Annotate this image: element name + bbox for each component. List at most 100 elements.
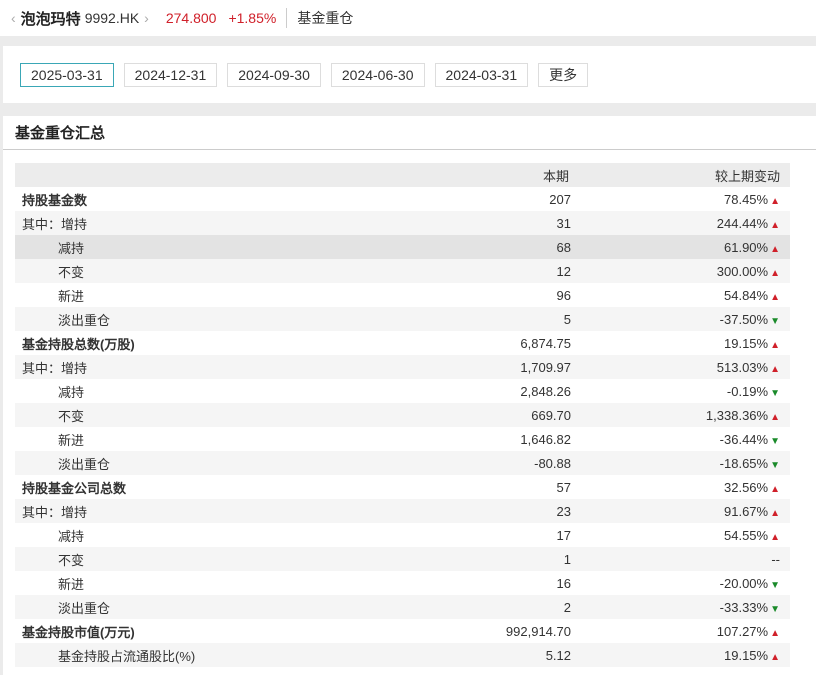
current-value: 1,646.82: [520, 431, 571, 447]
row-label: 不变: [15, 259, 435, 283]
table-row[interactable]: 不变 1 --: [15, 547, 790, 571]
date-button[interactable]: 2025-03-31: [20, 62, 114, 87]
table-row[interactable]: 减持 17 54.55% ▲: [15, 523, 790, 547]
up-arrow-icon: ▲: [770, 243, 780, 255]
date-button[interactable]: 2024-06-30: [330, 62, 425, 87]
column-header: 较上期变动: [575, 163, 790, 187]
table-row[interactable]: 淡出重仓 2 -33.33% ▼: [15, 595, 790, 619]
change-value: -36.44%: [719, 431, 769, 447]
change-value: 19.15%: [724, 647, 769, 663]
row-label: 新进: [58, 576, 85, 592]
down-arrow-icon: ▼: [770, 387, 780, 399]
table-row[interactable]: 新进 1,646.82 -36.44% ▼: [15, 427, 790, 451]
current-value: 5.12: [435, 643, 575, 667]
change-cell: 19.15% ▲: [575, 643, 790, 667]
up-arrow-icon: ▲: [770, 531, 780, 543]
down-arrow-icon: ▼: [770, 315, 780, 327]
change-cell: 107.27% ▲: [575, 619, 790, 643]
date-button[interactable]: 2024-09-30: [227, 62, 321, 87]
change-cell: 91.67% ▲: [575, 499, 790, 523]
change-value: 107.27%: [716, 623, 769, 639]
up-arrow-icon: ▲: [770, 363, 780, 375]
change-value: 19.15%: [724, 335, 769, 351]
row-label: 其中：增持: [15, 499, 435, 523]
down-arrow-icon: ▼: [770, 603, 780, 615]
table-row[interactable]: 减持 2,848.26 -0.19% ▼: [15, 379, 790, 403]
section-title: 基金重仓汇总: [3, 116, 816, 150]
table-row[interactable]: 淡出重仓 -80.88 -18.65% ▼: [15, 451, 790, 475]
chevron-right-icon[interactable]: ›: [144, 10, 149, 26]
stock-name: 泡泡玛特: [20, 10, 81, 28]
change-cell: -37.50% ▼: [575, 307, 790, 331]
table-row[interactable]: 新进 16 -20.00% ▼: [15, 571, 790, 595]
change-cell: -18.65% ▼: [575, 451, 790, 475]
table-row[interactable]: 不变 669.70 1,338.36% ▲: [15, 403, 790, 427]
row-label: 淡出重仓: [15, 451, 435, 475]
current-value: 207: [549, 191, 571, 207]
current-value: 992,914.70: [505, 623, 571, 639]
row-label: 其中：增持: [15, 355, 435, 379]
change-cell: 19.15% ▲: [575, 331, 790, 355]
table-row[interactable]: 淡出重仓 5 -37.50% ▼: [15, 307, 790, 331]
change-value: 91.67%: [724, 503, 769, 519]
table-row[interactable]: 其中：增持 31 244.44% ▲: [15, 211, 790, 235]
change-cell: 244.44% ▲: [575, 211, 790, 235]
change-cell: --: [575, 547, 790, 571]
row-label: 持股基金公司总数: [22, 480, 127, 496]
row-label: 基金持股占流通股比(%): [15, 643, 435, 667]
change-value: 78.45%: [724, 191, 769, 207]
up-arrow-icon: ▲: [770, 627, 780, 639]
row-label: 减持: [58, 384, 85, 400]
change-value: -33.33%: [719, 599, 769, 615]
up-arrow-icon: ▲: [770, 483, 780, 495]
change-cell: -0.19% ▼: [575, 379, 790, 403]
change-cell: 300.00% ▲: [575, 259, 790, 283]
table-row[interactable]: 持股基金数 207 78.45% ▲: [15, 187, 790, 211]
change-cell: 54.55% ▲: [575, 523, 790, 547]
summary-table: 本期 较上期变动 持股基金数 207 78.45% ▲ 其中：增持 31 244.44% ▲ 减…: [15, 163, 790, 667]
row-label: 不变: [15, 547, 435, 571]
stock-change: +1.85%: [228, 10, 277, 26]
change-cell: 54.84% ▲: [575, 283, 790, 307]
table-row[interactable]: 新进 96 54.84% ▲: [15, 283, 790, 307]
current-value: -80.88: [435, 451, 575, 475]
change-value: 54.55%: [724, 527, 769, 543]
more-button[interactable]: 更多: [538, 62, 589, 87]
change-cell: -20.00% ▼: [575, 571, 790, 595]
summary-panel: 基金重仓汇总 本期 较上期变动 持股基金数 207 78.45% ▲ 其中：增持 31 24…: [3, 116, 816, 675]
up-arrow-icon: ▲: [770, 411, 780, 423]
row-label: 不变: [15, 403, 435, 427]
change-cell: 1,338.36% ▲: [575, 403, 790, 427]
change-cell: -36.44% ▼: [575, 427, 790, 451]
table-row[interactable]: 不变 12 300.00% ▲: [15, 259, 790, 283]
date-button[interactable]: 2024-03-31: [434, 62, 529, 87]
row-label: 其中：增持: [15, 211, 435, 235]
down-arrow-icon: ▼: [770, 579, 780, 591]
stock-price: 274.800: [165, 10, 217, 26]
table-row[interactable]: 减持 68 61.90% ▲: [15, 235, 790, 259]
current-value: 5: [435, 307, 575, 331]
change-value: -37.50%: [719, 311, 769, 327]
change-value: 32.56%: [724, 479, 769, 495]
current-value: 1,709.97: [435, 355, 575, 379]
up-arrow-icon: ▲: [770, 219, 780, 231]
table-row[interactable]: 基金持股总数(万股) 6,874.75 19.15% ▲: [15, 331, 790, 355]
table-row[interactable]: 其中：增持 23 91.67% ▲: [15, 499, 790, 523]
up-arrow-icon: ▲: [770, 195, 780, 207]
change-value: --: [771, 551, 780, 567]
up-arrow-icon: ▲: [770, 507, 780, 519]
column-header: 本期: [435, 163, 575, 187]
table-row[interactable]: 基金持股占流通股比(%) 5.12 19.15% ▲: [15, 643, 790, 667]
row-label: 新进: [58, 432, 85, 448]
table-row[interactable]: 其中：增持 1,709.97 513.03% ▲: [15, 355, 790, 379]
change-cell: 32.56% ▲: [575, 475, 790, 499]
current-value: 6,874.75: [520, 335, 571, 351]
chevron-left-icon[interactable]: ‹: [11, 10, 16, 26]
table-row[interactable]: 持股基金公司总数 57 32.56% ▲: [15, 475, 790, 499]
change-cell: 78.45% ▲: [575, 187, 790, 211]
current-value: 12: [435, 259, 575, 283]
date-button[interactable]: 2024-12-31: [123, 62, 218, 87]
table-row[interactable]: 基金持股市值(万元) 992,914.70 107.27% ▲: [15, 619, 790, 643]
row-label: 减持: [15, 235, 435, 259]
change-value: -0.19%: [726, 383, 769, 399]
